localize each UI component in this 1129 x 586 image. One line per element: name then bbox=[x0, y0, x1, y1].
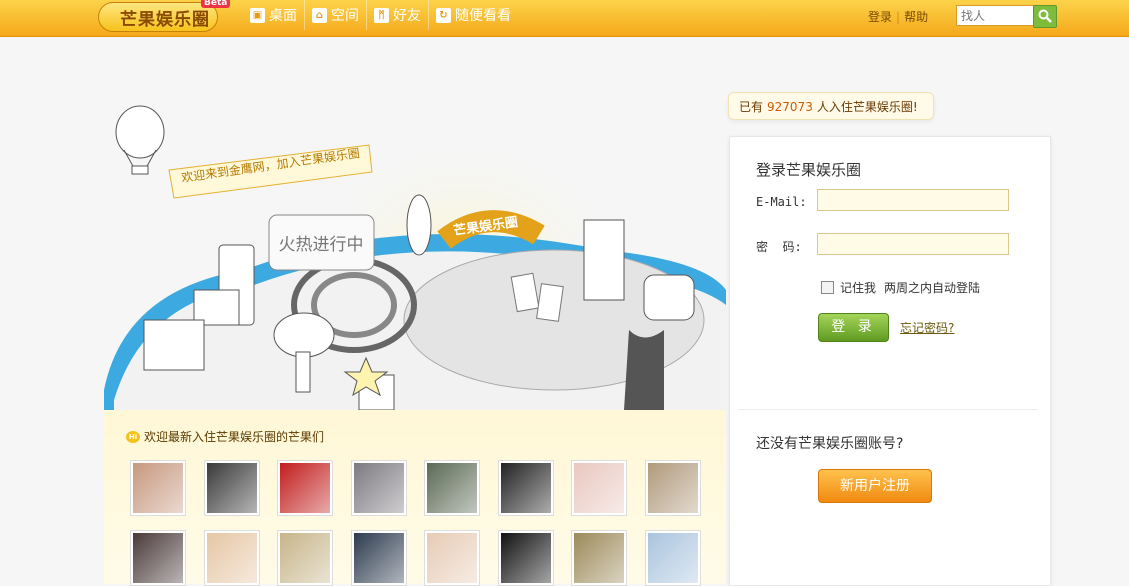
password-field[interactable] bbox=[817, 233, 1009, 255]
password-label: 密 码: bbox=[756, 240, 802, 254]
avatar-photo bbox=[280, 533, 330, 583]
avatar-photo bbox=[500, 463, 551, 513]
avatar-photo bbox=[500, 533, 551, 583]
avatar-photo bbox=[427, 463, 477, 513]
avatar-photo bbox=[353, 533, 404, 583]
hi-icon: Hi bbox=[126, 430, 140, 443]
brand-name: 芒果娱乐圈 bbox=[120, 10, 210, 30]
member-avatar[interactable] bbox=[424, 530, 480, 586]
members-heading: Hi 欢迎最新入住芒果娱乐圈的芒果们 bbox=[126, 428, 324, 445]
avatar-photo bbox=[280, 463, 330, 513]
avatar-photo bbox=[133, 533, 183, 583]
desktop-icon: ▣ bbox=[250, 7, 265, 23]
member-avatar[interactable] bbox=[203, 530, 260, 586]
login-title: 登录芒果娱乐圈 bbox=[756, 161, 862, 179]
member-avatar[interactable] bbox=[644, 460, 701, 516]
member-avatar[interactable] bbox=[130, 530, 186, 586]
top-bar: 芒果娱乐圈 Beta ▣ 桌面 ⌂ 空间 ᛗ 好友 ↻ 随便看看 登录 | 帮助 bbox=[0, 0, 1129, 37]
hot-sign: 火热进行中 bbox=[268, 214, 375, 271]
login-link[interactable]: 登录 bbox=[868, 10, 892, 24]
member-avatar[interactable] bbox=[571, 530, 627, 586]
remember-checkbox[interactable] bbox=[821, 281, 834, 294]
search-button[interactable] bbox=[1033, 5, 1057, 28]
avatar-photo bbox=[647, 463, 698, 513]
avatar-photo bbox=[427, 533, 477, 583]
login-panel: 登录芒果娱乐圈 E-Mail: 密 码: 记住我 两周之内自动登陆 登 录 忘记… bbox=[729, 136, 1051, 586]
road bbox=[624, 330, 664, 410]
nav-desktop[interactable]: ▣ 桌面 bbox=[243, 0, 305, 30]
hero-scene: 火热进行中 欢迎来到金鹰网，加入芒果娱乐圈 芒果娱乐圈 bbox=[104, 90, 726, 411]
remember-label: 记住我 bbox=[840, 281, 877, 295]
avatar-photo bbox=[353, 463, 404, 513]
beta-badge: Beta bbox=[201, 0, 231, 8]
brand-logo[interactable]: 芒果娱乐圈 Beta bbox=[98, 0, 231, 32]
nav-desktop-label: 桌面 bbox=[269, 8, 297, 24]
count-number: 927073 bbox=[767, 100, 813, 114]
welcome-ribbon: 欢迎来到金鹰网，加入芒果娱乐圈 bbox=[168, 144, 373, 199]
nav-space-label: 空间 bbox=[331, 8, 359, 24]
avatar-photo bbox=[206, 463, 257, 513]
remember-me[interactable]: 记住我 两周之内自动登陆 bbox=[821, 279, 980, 296]
help-link[interactable]: 帮助 bbox=[904, 10, 928, 24]
login-button[interactable]: 登 录 bbox=[818, 313, 889, 342]
main-nav: ▣ 桌面 ⌂ 空间 ᛗ 好友 ↻ 随便看看 bbox=[243, 0, 518, 34]
member-avatar[interactable] bbox=[277, 460, 333, 516]
avatar-photo bbox=[574, 463, 624, 513]
register-button[interactable]: 新用户注册 bbox=[818, 469, 932, 503]
search-icon bbox=[1038, 9, 1052, 23]
search-input[interactable] bbox=[956, 5, 1040, 26]
avatar-photo bbox=[647, 533, 698, 583]
hot-sign-text: 火热进行中 bbox=[279, 235, 364, 255]
nav-friends[interactable]: ᛗ 好友 bbox=[367, 0, 429, 30]
member-avatar[interactable] bbox=[424, 460, 480, 516]
balloon bbox=[115, 105, 165, 175]
member-avatar[interactable] bbox=[203, 460, 260, 516]
top-links: 登录 | 帮助 bbox=[868, 8, 928, 25]
avatar-photo bbox=[206, 533, 257, 583]
member-avatar[interactable] bbox=[497, 530, 554, 586]
nav-space[interactable]: ⌂ 空间 bbox=[305, 0, 367, 30]
email-label: E-Mail: bbox=[756, 195, 807, 209]
member-avatar[interactable] bbox=[497, 460, 554, 516]
member-avatar[interactable] bbox=[571, 460, 627, 516]
email-field[interactable] bbox=[817, 189, 1009, 211]
link-separator: | bbox=[896, 10, 901, 24]
nav-browse[interactable]: ↻ 随便看看 bbox=[429, 0, 518, 30]
forgot-password-link[interactable]: 忘记密码? bbox=[900, 319, 954, 336]
member-avatar[interactable] bbox=[130, 460, 186, 516]
member-avatar[interactable] bbox=[644, 530, 701, 586]
friends-icon: ᛗ bbox=[374, 7, 389, 23]
member-avatar[interactable] bbox=[350, 460, 407, 516]
new-members-section: Hi 欢迎最新入住芒果娱乐圈的芒果们 bbox=[104, 410, 726, 586]
count-suffix: 人入住芒果娱乐圈! bbox=[816, 100, 918, 114]
member-avatar[interactable] bbox=[350, 530, 407, 586]
home-icon: ⌂ bbox=[312, 7, 327, 23]
browse-icon: ↻ bbox=[436, 7, 451, 23]
avatar-photo bbox=[133, 463, 183, 513]
member-avatar[interactable] bbox=[277, 530, 333, 586]
member-count: 已有 927073 人入住芒果娱乐圈! bbox=[728, 92, 934, 120]
nav-browse-label: 随便看看 bbox=[455, 8, 511, 24]
no-account-text: 还没有芒果娱乐圈账号? bbox=[756, 436, 904, 452]
nav-friends-label: 好友 bbox=[393, 8, 421, 24]
hero-illustration: 火热进行中 欢迎来到金鹰网，加入芒果娱乐圈 芒果娱乐圈 bbox=[104, 90, 726, 411]
count-prefix: 已有 bbox=[739, 100, 764, 114]
remember-hint: 两周之内自动登陆 bbox=[884, 281, 981, 295]
members-title: 欢迎最新入住芒果娱乐圈的芒果们 bbox=[144, 430, 325, 444]
avatar-photo bbox=[574, 533, 624, 583]
divider bbox=[738, 409, 1038, 410]
